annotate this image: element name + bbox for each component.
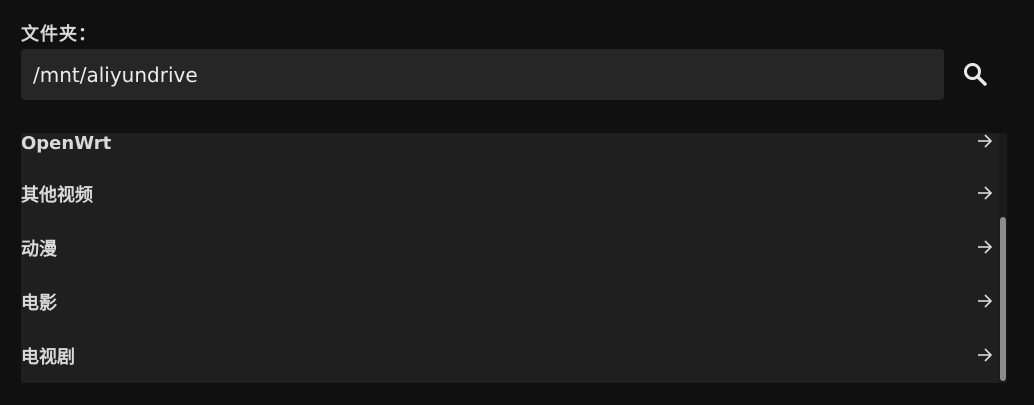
folder-name: 其他视频	[21, 185, 93, 206]
scrollbar-track[interactable]	[999, 133, 1007, 383]
search-icon	[964, 63, 987, 86]
folder-field-label: 文件夹：	[21, 24, 97, 45]
search-button[interactable]	[955, 54, 995, 94]
arrow-right-icon	[978, 348, 993, 362]
folder-name: 动漫	[21, 239, 57, 260]
list-item[interactable]: 电视剧	[21, 347, 999, 383]
list-item[interactable]: OpenWrt	[21, 133, 999, 173]
scrollbar-thumb[interactable]	[1000, 217, 1006, 381]
folder-name: 电影	[21, 293, 57, 314]
arrow-right-icon	[978, 294, 993, 308]
folder-path-input[interactable]	[21, 49, 944, 100]
folder-name: OpenWrt	[21, 133, 112, 154]
folder-name: 电视剧	[21, 347, 75, 368]
arrow-right-icon	[978, 240, 993, 254]
list-item[interactable]: 动漫	[21, 239, 999, 279]
arrow-right-icon	[978, 134, 993, 148]
folder-list[interactable]: OpenWrt 其他视频 动漫 电影 电视剧	[21, 133, 1007, 383]
list-item[interactable]: 其他视频	[21, 185, 999, 225]
list-item[interactable]: 电影	[21, 293, 999, 333]
arrow-right-icon	[978, 186, 993, 200]
